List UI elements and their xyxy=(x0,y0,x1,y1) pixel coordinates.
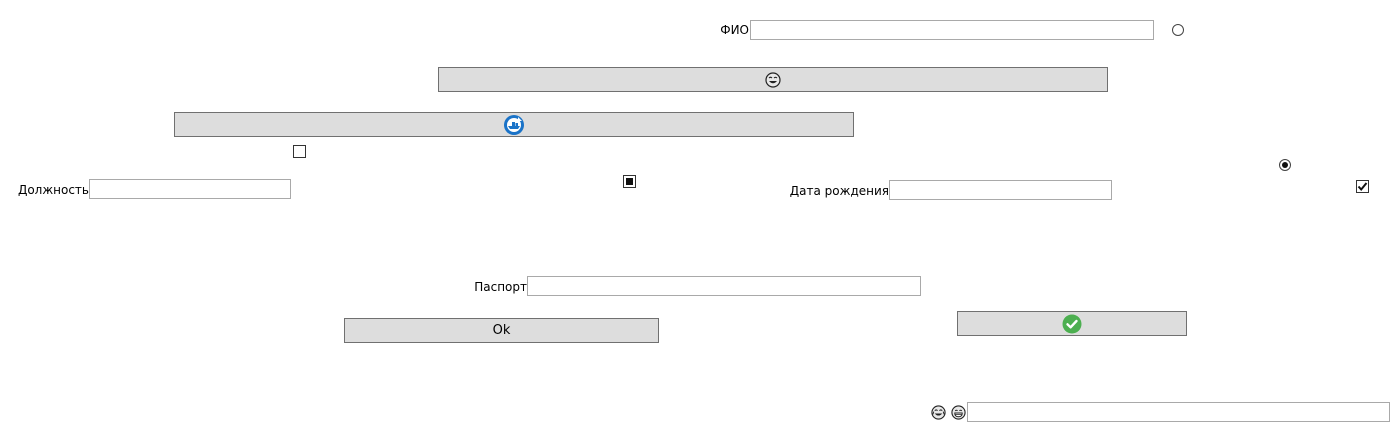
laughing-face-icon xyxy=(765,71,781,88)
ship-button[interactable] xyxy=(174,112,854,137)
radio-button-top[interactable] xyxy=(1172,24,1184,36)
checkbox-right[interactable] xyxy=(1356,180,1369,193)
fio-label: ФИО xyxy=(720,23,749,37)
green-check-icon xyxy=(1062,314,1082,334)
ship-emblem-icon xyxy=(503,114,525,136)
checkmark-icon xyxy=(1357,182,1368,192)
radio-button-right[interactable] xyxy=(1279,159,1291,171)
emoji-button[interactable] xyxy=(438,67,1108,92)
ok-button[interactable]: Ok xyxy=(344,318,659,343)
passport-input[interactable] xyxy=(527,276,921,296)
crying-laughing-face-icon xyxy=(931,405,946,420)
grinning-face-icon xyxy=(951,405,966,420)
birthdate-label: Дата рождения xyxy=(789,184,889,198)
position-label: Должность xyxy=(17,183,89,197)
passport-label: Паспорт xyxy=(474,280,527,294)
checkbox-middle[interactable] xyxy=(623,175,636,188)
confirm-button[interactable] xyxy=(957,311,1187,336)
radio-dot xyxy=(1282,162,1288,168)
fio-input[interactable] xyxy=(750,20,1154,40)
position-input[interactable] xyxy=(89,179,291,199)
checkbox-indeterminate-mark xyxy=(626,178,633,185)
bottom-input[interactable] xyxy=(967,402,1390,422)
birthdate-input[interactable] xyxy=(889,180,1112,200)
ok-button-label: Ok xyxy=(492,323,511,338)
checkbox-left[interactable] xyxy=(293,145,306,158)
